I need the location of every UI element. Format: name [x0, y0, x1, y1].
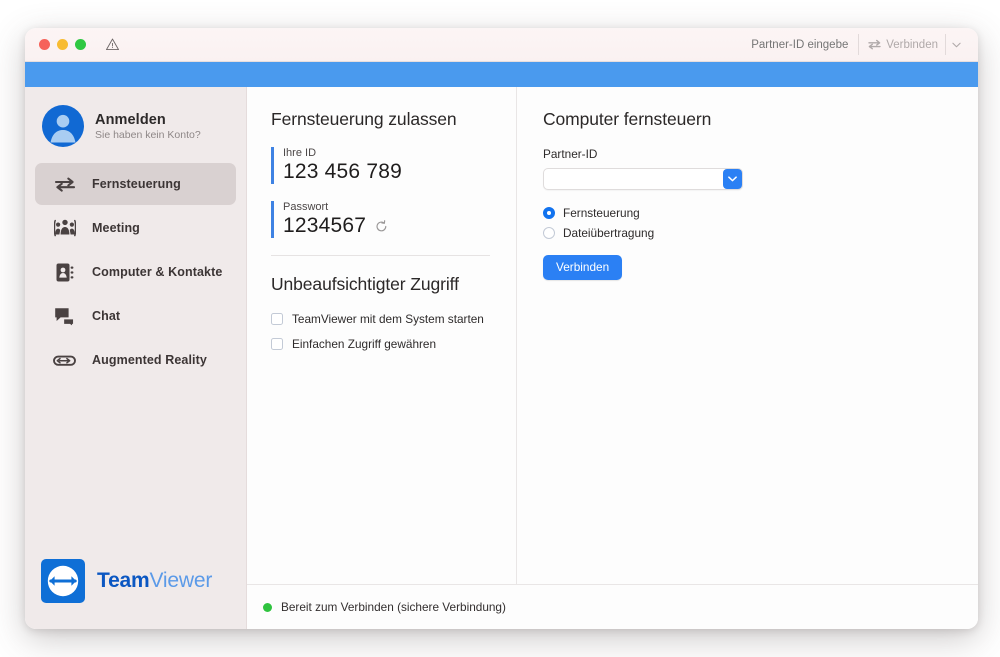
sidebar-item-label: Augmented Reality: [92, 353, 207, 367]
minimize-button[interactable]: [57, 39, 68, 50]
checkbox-label: TeamViewer mit dem System starten: [292, 312, 484, 326]
connect-button[interactable]: Verbinden: [543, 255, 622, 280]
control-remote-computer-panel: Computer fernsteuern Partner-ID: [517, 87, 978, 584]
refresh-icon[interactable]: [375, 220, 388, 233]
remote-control-arrows-icon: [868, 39, 881, 50]
chevron-down-icon: [952, 42, 961, 48]
titlebar-chevron-down-icon[interactable]: [946, 34, 966, 55]
sidebar-item-meeting[interactable]: Meeting: [35, 207, 236, 249]
password-field: Passwort 1234567: [271, 201, 490, 238]
checkbox-start-with-system[interactable]: [271, 313, 283, 325]
your-id-value[interactable]: 123 456 789: [283, 160, 490, 184]
sidebar-item-fernsteuerung[interactable]: Fernsteuerung: [35, 163, 236, 205]
partner-id-dropdown-button[interactable]: [723, 169, 742, 189]
sidebar-item-chat[interactable]: Chat: [35, 295, 236, 337]
titlebar-connect-button[interactable]: Verbinden: [859, 34, 946, 55]
screenshot-root: Verbinden: [0, 0, 1000, 657]
sidebar-item-label: Computer & Kontakte: [92, 265, 222, 279]
remote-control-arrows-icon: [53, 173, 76, 196]
titlebar-connect-label: Verbinden: [886, 39, 938, 51]
sidebar: Anmelden Sie haben kein Konto? Fernsteue…: [25, 87, 247, 629]
ar-glasses-icon: [53, 349, 76, 372]
teamviewer-logo-icon: [41, 559, 85, 603]
zoom-button[interactable]: [75, 39, 86, 50]
user-avatar-icon: [42, 105, 84, 147]
brand-name-light: Viewer: [150, 569, 213, 592]
titlebar-connect-group: Verbinden: [749, 34, 966, 55]
chat-bubbles-icon: [53, 305, 76, 328]
radio-row-dateiuebertragung[interactable]: Dateiübertragung: [543, 226, 952, 240]
password-value-row: 1234567: [283, 214, 490, 238]
password-value[interactable]: 1234567: [283, 214, 366, 238]
sidebar-account-subtitle[interactable]: Sie haben kein Konto?: [95, 129, 201, 141]
sidebar-item-label: Fernsteuerung: [92, 177, 181, 191]
window-controls: [39, 39, 86, 50]
panel-divider: [271, 255, 490, 256]
allow-remote-control-panel: Fernsteuerung zulassen Ihre ID 123 456 7…: [247, 87, 517, 584]
warning-triangle-icon[interactable]: [105, 37, 120, 52]
sidebar-nav: Fernsteuerung: [25, 163, 246, 381]
brand-name-bold: Team: [97, 569, 150, 592]
checkbox-row-start-with-system[interactable]: TeamViewer mit dem System starten: [271, 312, 490, 326]
sidebar-item-label: Meeting: [92, 221, 140, 235]
sidebar-account-title: Anmelden: [95, 112, 201, 128]
checkbox-label: Einfachen Zugriff gewähren: [292, 337, 436, 351]
sidebar-item-augmented-reality[interactable]: Augmented Reality: [35, 339, 236, 381]
connection-mode-radiogroup: Fernsteuerung Dateiübertragung: [543, 206, 952, 240]
radio-label: Dateiübertragung: [563, 226, 654, 240]
radio-label: Fernsteuerung: [563, 206, 640, 220]
chevron-down-icon: [728, 176, 737, 182]
teamviewer-brand: TeamViewer: [25, 559, 246, 629]
status-text: Bereit zum Verbinden (sichere Verbindung…: [281, 600, 506, 614]
radio-fernsteuerung[interactable]: [543, 207, 555, 219]
password-label: Passwort: [283, 201, 490, 213]
statusbar: Bereit zum Verbinden (sichere Verbindung…: [247, 584, 978, 629]
meeting-people-icon: [53, 217, 76, 240]
address-book-icon: [53, 261, 76, 284]
teamviewer-wordmark: TeamViewer: [97, 569, 212, 593]
partner-id-input[interactable]: [543, 168, 743, 190]
sidebar-item-label: Chat: [92, 309, 120, 323]
partner-id-label: Partner-ID: [543, 147, 952, 161]
radio-row-fernsteuerung[interactable]: Fernsteuerung: [543, 206, 952, 220]
partner-id-combobox: [543, 168, 743, 190]
checkbox-easy-access[interactable]: [271, 338, 283, 350]
window-body: Anmelden Sie haben kein Konto? Fernsteue…: [25, 87, 978, 629]
panels-row: Fernsteuerung zulassen Ihre ID 123 456 7…: [247, 87, 978, 584]
your-id-field: Ihre ID 123 456 789: [271, 147, 490, 184]
blue-accent-strip: [25, 61, 978, 87]
sidebar-account-block[interactable]: Anmelden Sie haben kein Konto?: [25, 101, 246, 147]
radio-dateiuebertragung[interactable]: [543, 227, 555, 239]
status-indicator-dot: [263, 603, 272, 612]
checkbox-row-easy-access[interactable]: Einfachen Zugriff gewähren: [271, 337, 490, 351]
your-id-label: Ihre ID: [283, 147, 490, 159]
teamviewer-window: Verbinden: [25, 28, 978, 629]
panel-heading-allow-remote: Fernsteuerung zulassen: [271, 109, 490, 130]
panel-heading-unattended: Unbeaufsichtigter Zugriff: [271, 274, 490, 295]
sidebar-item-computer-kontakte[interactable]: Computer & Kontakte: [35, 251, 236, 293]
main-content: Fernsteuerung zulassen Ihre ID 123 456 7…: [247, 87, 978, 629]
sidebar-account-text: Anmelden Sie haben kein Konto?: [95, 112, 201, 141]
window-titlebar: Verbinden: [25, 28, 978, 61]
panel-heading-control-remote: Computer fernsteuern: [543, 109, 952, 130]
titlebar-partner-id-input[interactable]: [749, 34, 859, 55]
close-button[interactable]: [39, 39, 50, 50]
